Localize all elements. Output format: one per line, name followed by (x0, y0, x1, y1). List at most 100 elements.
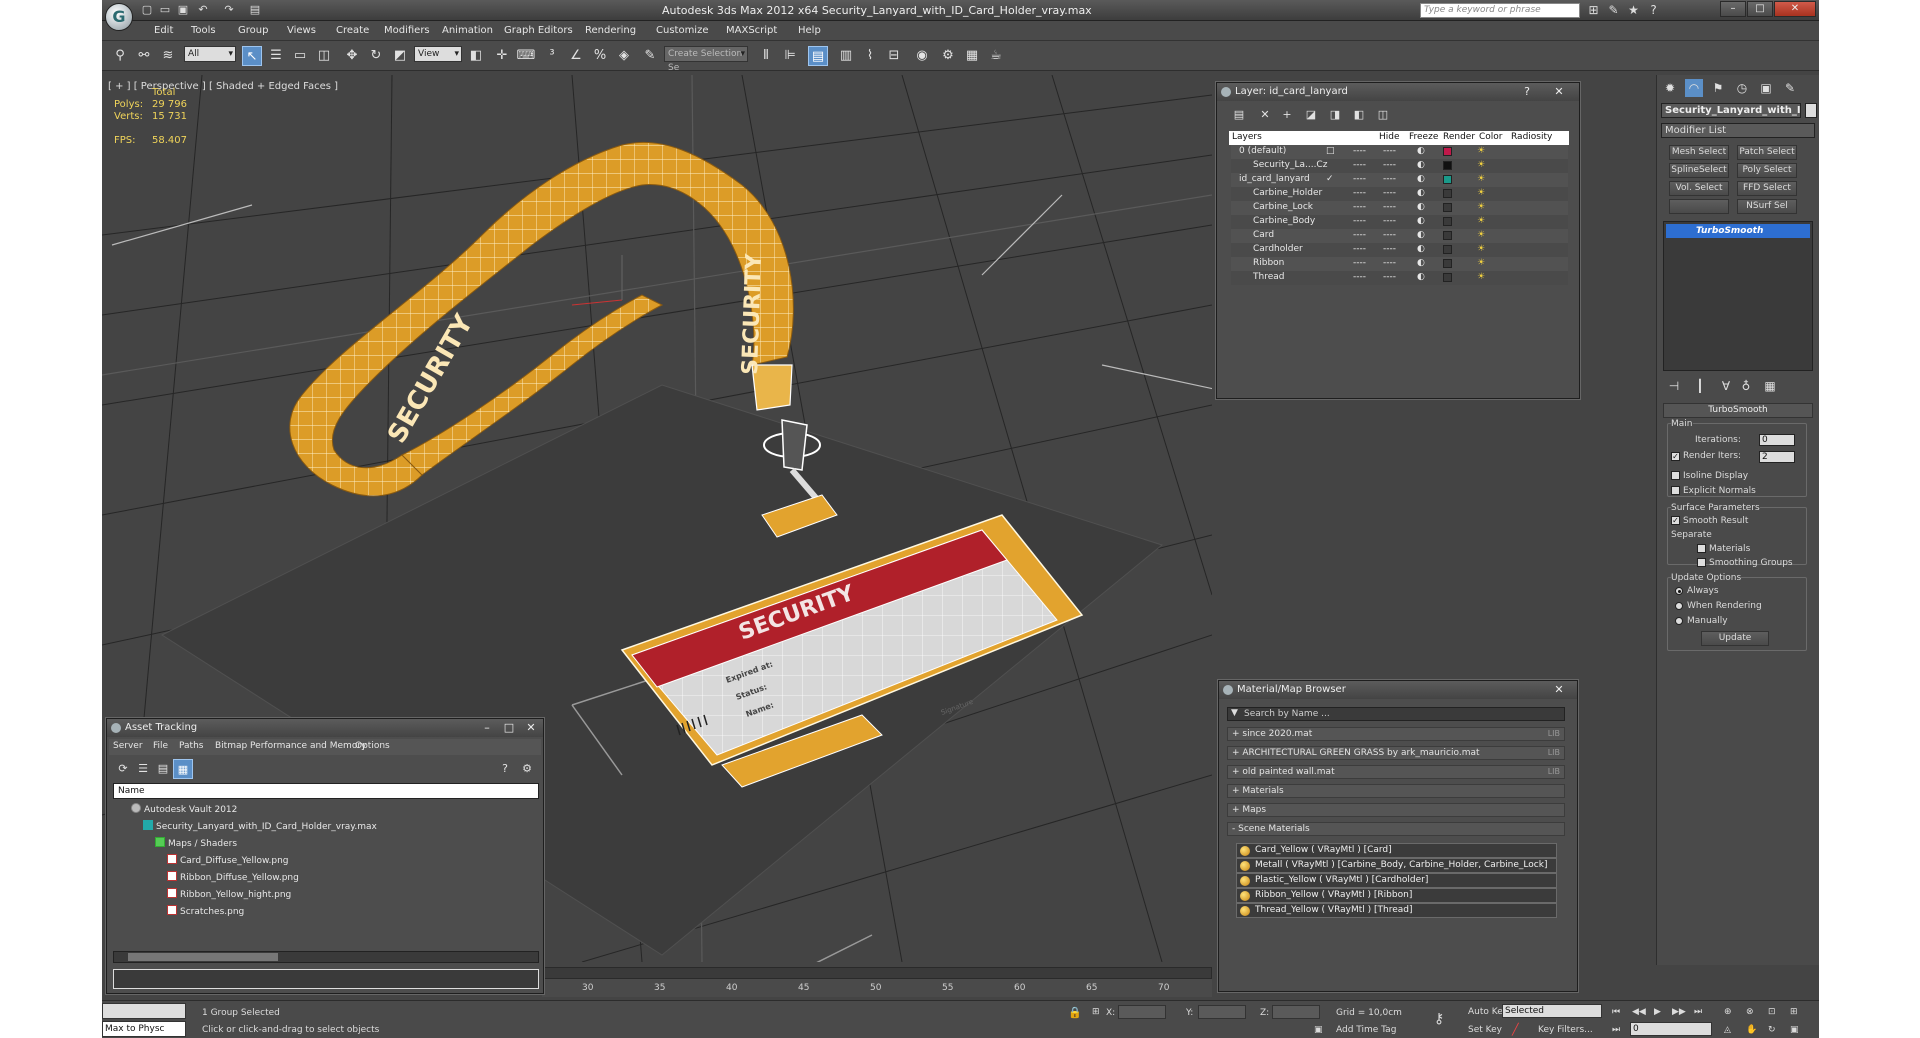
binoculars-icon[interactable]: ⊞ (1586, 3, 1601, 18)
maximize-icon[interactable]: □ (499, 721, 519, 734)
layer-row[interactable]: Carbine_Lock ---- ---- ◐ ☀ (1231, 201, 1568, 215)
empty-button[interactable] (1669, 199, 1729, 214)
scene-material-item[interactable]: Metall ( VRayMtl ) [Carbine_Body, Carbin… (1236, 858, 1557, 873)
isoline-checkbox[interactable] (1671, 471, 1680, 480)
help-icon[interactable]: ? (1646, 3, 1661, 18)
radiosity-icon[interactable]: ☀ (1477, 188, 1485, 198)
layer-row[interactable]: Ribbon ---- ---- ◐ ☀ (1231, 257, 1568, 271)
update-button[interactable]: Update (1701, 631, 1769, 646)
material-group[interactable]: - Scene Materials (1227, 822, 1565, 836)
hide-dots[interactable]: ---- (1353, 216, 1366, 226)
menu-maxscript[interactable]: MAXScript (726, 25, 777, 36)
radiosity-icon[interactable]: ☀ (1477, 272, 1485, 282)
render-iters-checkbox[interactable]: ✓ (1671, 452, 1680, 461)
motion-tab-icon[interactable]: ◷ (1733, 79, 1751, 97)
layer-color-swatch[interactable] (1443, 189, 1452, 198)
layer-color-swatch[interactable] (1443, 273, 1452, 282)
modify-tab-icon[interactable]: ◠ (1685, 79, 1703, 97)
manually-radio[interactable] (1675, 617, 1683, 625)
z-coord-field[interactable] (1272, 1005, 1320, 1019)
layer-row[interactable]: Thread ---- ---- ◐ ☀ (1231, 271, 1568, 285)
render-teapot-icon[interactable]: ◐ (1417, 160, 1425, 170)
undo-icon[interactable]: ↶ (196, 3, 210, 17)
col-color[interactable]: Color (1479, 132, 1503, 142)
maxscript-listener-top[interactable] (102, 1003, 186, 1019)
menu-create[interactable]: Create (336, 25, 369, 36)
maximize-button[interactable]: □ (1747, 1, 1773, 17)
select-manipulate-icon[interactable]: ✛ (492, 46, 512, 66)
asset-tree-item[interactable]: Security_Lanyard_with_ID_Card_Holder_vra… (143, 820, 377, 832)
current-frame-field[interactable]: 0 (1630, 1022, 1712, 1036)
smooth-result-checkbox[interactable]: ✓ (1671, 516, 1680, 525)
render-teapot-icon[interactable]: ◐ (1417, 146, 1425, 156)
options-arrow-icon[interactable]: ▼ (1231, 708, 1238, 718)
radiosity-icon[interactable]: ☀ (1477, 160, 1485, 170)
orbit-icon[interactable]: ↻ (1768, 1025, 1776, 1035)
layer-color-swatch[interactable] (1443, 259, 1452, 268)
viewport-label[interactable]: [ + ] [ Perspective ] [ Shaded + Edged F… (108, 81, 338, 92)
patch-select-button[interactable]: Patch Select (1737, 145, 1797, 160)
pin-stack-icon[interactable]: ⊣ (1665, 377, 1683, 395)
render-teapot-icon[interactable]: ◐ (1417, 188, 1425, 198)
minimize-icon[interactable]: – (477, 721, 497, 734)
always-radio[interactable] (1675, 587, 1683, 595)
object-color-swatch[interactable] (1805, 103, 1817, 118)
previous-frame-icon[interactable]: ◀◀ (1632, 1007, 1646, 1017)
render-teapot-icon[interactable]: ◐ (1417, 244, 1425, 254)
zoom-extents-all-icon[interactable]: ⊞ (1790, 1007, 1798, 1017)
selection-filter-dropdown[interactable]: All (184, 46, 236, 62)
show-end-result-icon[interactable]: ┃ (1691, 377, 1709, 395)
modifier-list-dropdown[interactable]: Modifier List (1661, 123, 1815, 138)
tree-view-icon[interactable]: ▤ (153, 759, 173, 779)
freeze-dots[interactable]: ---- (1383, 160, 1396, 170)
layer-color-swatch[interactable] (1443, 161, 1452, 170)
rect-selection-icon[interactable]: ▭ (290, 46, 310, 66)
rotate-icon[interactable]: ↻ (366, 46, 386, 66)
freeze-all-icon[interactable]: ◫ (1373, 105, 1393, 125)
asset-tree-item[interactable]: Ribbon_Diffuse_Yellow.png (167, 871, 299, 883)
freeze-dots[interactable]: ---- (1383, 272, 1396, 282)
hide-dots[interactable]: ---- (1353, 174, 1366, 184)
freeze-dots[interactable]: ---- (1383, 146, 1396, 156)
close-icon[interactable]: ✕ (521, 721, 541, 734)
key-mode-toggle-icon[interactable]: ⏭ (1612, 1025, 1620, 1035)
refresh-icon[interactable]: ⟳ (113, 759, 133, 779)
hide-dots[interactable]: ---- (1353, 202, 1366, 212)
layer-color-swatch[interactable] (1443, 175, 1452, 184)
freeze-dots[interactable]: ---- (1383, 174, 1396, 184)
keyboard-shortcut-icon[interactable]: ⌨ (516, 46, 536, 66)
radiosity-icon[interactable]: ☀ (1477, 258, 1485, 268)
radiosity-icon[interactable]: ☀ (1477, 216, 1485, 226)
key-filters-button[interactable]: Key Filters... (1538, 1025, 1593, 1035)
absolute-mode-icon[interactable]: ⊞ (1092, 1007, 1100, 1017)
scene-material-item[interactable]: Ribbon_Yellow ( VRayMtl ) [Ribbon] (1236, 888, 1557, 903)
asset-hscrollbar[interactable] (113, 951, 539, 963)
layer-color-swatch[interactable] (1443, 231, 1452, 240)
play-icon[interactable]: ▶ (1654, 1007, 1661, 1017)
menu-tools[interactable]: Tools (191, 25, 216, 36)
spline-select-button[interactable]: SplineSelect (1669, 163, 1729, 178)
col-layers[interactable]: Layers (1232, 132, 1262, 142)
menu-rendering[interactable]: Rendering (585, 25, 636, 36)
menu-customize[interactable]: Customize (656, 25, 709, 36)
close-icon[interactable]: ✕ (1549, 683, 1569, 696)
align-icon[interactable]: ⊫ (780, 46, 800, 66)
col-render[interactable]: Render (1443, 132, 1475, 142)
material-group[interactable]: + ARCHITECTURAL GREEN GRASS by ark_mauri… (1227, 746, 1565, 760)
render-iters-spinner[interactable]: 2 (1759, 451, 1795, 463)
layer-row[interactable]: Carbine_Body ---- ---- ◐ ☀ (1231, 215, 1568, 229)
render-teapot-icon[interactable]: ◐ (1417, 216, 1425, 226)
open-file-icon[interactable]: ▭ (158, 3, 172, 17)
zoom-extents-icon[interactable]: ⊡ (1768, 1007, 1776, 1017)
display-tab-icon[interactable]: ▣ (1757, 79, 1775, 97)
asset-path-field[interactable] (113, 969, 539, 989)
material-group[interactable]: + since 2020.mat LIB (1227, 727, 1565, 741)
time-slider-track[interactable] (542, 967, 1212, 979)
material-search-input[interactable]: Search by Name ... (1227, 707, 1565, 721)
render-teapot-icon[interactable]: ◐ (1417, 258, 1425, 268)
hide-dots[interactable]: ---- (1353, 188, 1366, 198)
poly-select-button[interactable]: Poly Select (1737, 163, 1797, 178)
ffd-select-button[interactable]: FFD Select (1737, 181, 1797, 196)
material-browser-title[interactable]: Material/Map Browser (1219, 681, 1577, 699)
layer-row[interactable]: Security_La....Cz ---- ---- ◐ ☀ (1231, 159, 1568, 173)
